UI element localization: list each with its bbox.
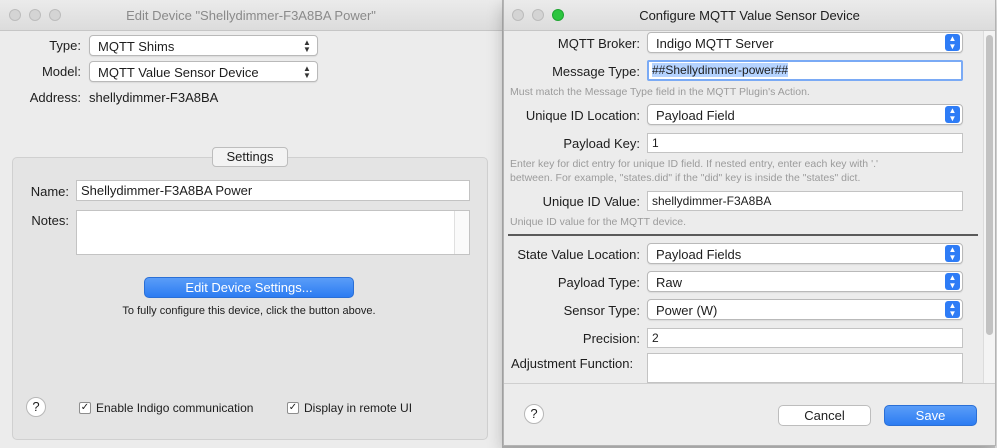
broker-value: Indigo MQTT Server: [656, 36, 774, 51]
address-value: shellydimmer-F3A8BA: [89, 90, 219, 105]
config-scroll-area: MQTT Broker: Indigo MQTT Server ▲ ▼ Messa…: [504, 31, 995, 383]
message-type-hint: Must match the Message Type field in the…: [510, 86, 810, 98]
unique-id-location-value: Payload Field: [656, 108, 735, 123]
name-field[interactable]: Shellydimmer-F3A8BA Power: [76, 180, 470, 201]
name-label: Name:: [30, 184, 69, 199]
message-type-field[interactable]: ##Shellydimmer-power##: [647, 60, 963, 81]
chevron-updown-icon: ▲ ▼: [303, 64, 311, 80]
payload-key-hint-line2: between. For example, "states.did" if th…: [510, 172, 861, 184]
type-popup[interactable]: MQTT Shims ▲ ▼: [89, 35, 318, 56]
chevron-updown-icon: ▲ ▼: [945, 273, 960, 290]
edit-device-window: Edit Device "Shellydimmer-F3A8BA Power" …: [0, 0, 502, 448]
model-popup[interactable]: MQTT Value Sensor Device ▲ ▼: [89, 61, 318, 82]
enable-communication-label: Enable Indigo communication: [96, 401, 254, 415]
payload-key-value: 1: [652, 136, 659, 150]
payload-type-label: Payload Type:: [557, 275, 640, 290]
payload-key-field[interactable]: 1: [647, 133, 963, 153]
state-value-location-popup[interactable]: Payload Fields ▲ ▼: [647, 243, 963, 264]
model-value: MQTT Value Sensor Device: [98, 65, 259, 80]
address-label: Address:: [29, 90, 81, 105]
chevron-updown-icon: ▲ ▼: [945, 106, 960, 123]
unique-id-location-label: Unique ID Location:: [525, 108, 640, 123]
chevron-updown-icon: ▲ ▼: [945, 34, 960, 51]
notes-scrollbar[interactable]: [454, 211, 469, 254]
payload-key-hint-line1: Enter key for dict entry for unique ID f…: [510, 158, 878, 170]
config-scrollbar-thumb[interactable]: [986, 35, 993, 335]
broker-label: MQTT Broker:: [557, 36, 640, 51]
window-title: Configure MQTT Value Sensor Device: [639, 8, 860, 23]
configure-sensor-window: Configure MQTT Value Sensor Device MQTT …: [504, 0, 995, 445]
notes-field[interactable]: [76, 210, 470, 255]
precision-field[interactable]: 2: [647, 328, 963, 348]
configure-hint: To fully configure this device, click th…: [122, 305, 376, 317]
display-remote-checkbox[interactable]: ✓: [287, 402, 299, 414]
adjustment-function-field[interactable]: [647, 353, 963, 383]
window-title: Edit Device "Shellydimmer-F3A8BA Power": [126, 8, 376, 23]
unique-id-value-label: Unique ID Value:: [542, 194, 640, 209]
footer-divider: [504, 383, 995, 384]
name-value: Shellydimmer-F3A8BA Power: [81, 183, 253, 198]
display-remote-label: Display in remote UI: [304, 401, 413, 415]
settings-header: Settings: [212, 147, 288, 167]
sensor-type-value: Power (W): [656, 303, 718, 318]
payload-type-popup[interactable]: Raw ▲ ▼: [647, 271, 963, 292]
adjustment-function-label: Adjustment Function:: [511, 356, 634, 371]
sensor-type-popup[interactable]: Power (W) ▲ ▼: [647, 299, 963, 320]
unique-id-value-value: shellydimmer-F3A8BA: [652, 194, 772, 208]
message-type-label: Message Type:: [552, 64, 640, 79]
precision-value: 2: [652, 331, 659, 345]
type-value: MQTT Shims: [98, 39, 175, 54]
configure-titlebar[interactable]: Configure MQTT Value Sensor Device: [504, 0, 995, 31]
payload-type-value: Raw: [656, 275, 683, 290]
payload-key-label: Payload Key:: [563, 136, 640, 151]
help-button[interactable]: ?: [26, 397, 46, 417]
help-button[interactable]: ?: [524, 404, 544, 424]
broker-popup[interactable]: Indigo MQTT Server ▲ ▼: [647, 32, 963, 53]
precision-label: Precision:: [582, 331, 640, 346]
state-value-location-value: Payload Fields: [656, 247, 742, 262]
edit-device-settings-button[interactable]: Edit Device Settings...: [144, 277, 354, 298]
section-divider: [508, 234, 978, 236]
cancel-button[interactable]: Cancel: [778, 405, 871, 426]
unique-id-value-hint: Unique ID value for the MQTT device.: [510, 216, 687, 228]
chevron-updown-icon: ▲ ▼: [945, 245, 960, 262]
sensor-type-label: Sensor Type:: [563, 303, 640, 318]
save-button[interactable]: Save: [884, 405, 977, 426]
message-type-value: ##Shellydimmer-power##: [652, 63, 789, 77]
unique-id-location-popup[interactable]: Payload Field ▲ ▼: [647, 104, 963, 125]
notes-label: Notes:: [31, 213, 69, 228]
config-scrollbar[interactable]: [983, 31, 995, 383]
enable-communication-checkbox[interactable]: ✓: [79, 402, 91, 414]
chevron-updown-icon: ▲ ▼: [945, 301, 960, 318]
edit-device-titlebar[interactable]: Edit Device "Shellydimmer-F3A8BA Power": [0, 0, 502, 31]
state-value-location-label: State Value Location:: [517, 247, 640, 262]
type-label: Type:: [49, 38, 81, 53]
chevron-updown-icon: ▲ ▼: [303, 38, 311, 54]
model-label: Model:: [41, 64, 81, 79]
unique-id-value-field[interactable]: shellydimmer-F3A8BA: [647, 191, 963, 211]
